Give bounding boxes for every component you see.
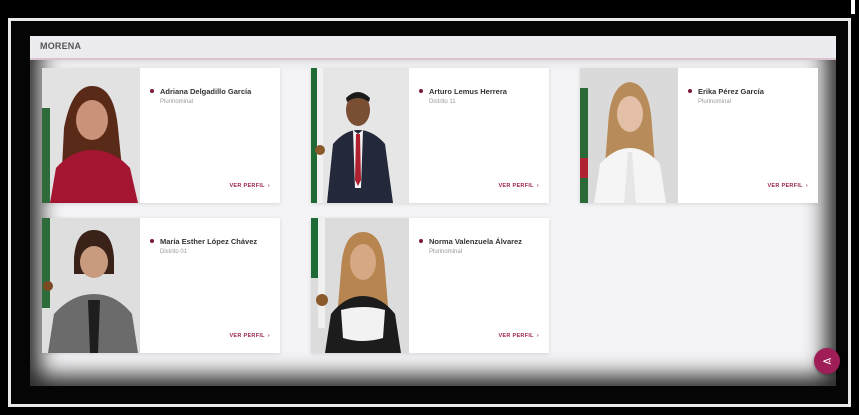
section-title: MORENA [40, 41, 82, 51]
section-header: MORENA [30, 36, 836, 60]
view-profile-label: VER PERFIL [767, 183, 803, 189]
view-profile-link[interactable]: VER PERFIL › [498, 183, 539, 189]
profile-photo [42, 68, 140, 203]
deputy-district: Plurinominal [698, 99, 732, 105]
view-profile-link[interactable]: VER PERFIL › [229, 333, 270, 339]
share-fab-button[interactable]: ⋖ [814, 348, 840, 374]
bullet-dot [150, 89, 154, 93]
bullet-dot [419, 239, 423, 243]
view-profile-label: VER PERFIL [498, 333, 534, 339]
deputy-district: Plurinominal [160, 99, 194, 105]
corner-mark [851, 0, 855, 14]
chevron-right-icon: › [267, 183, 270, 189]
page-content: MORENA Adriana Delgadillo García Plurino… [30, 36, 836, 386]
profile-card: Adriana Delgadillo García Plurinominal V… [42, 68, 280, 203]
view-profile-link[interactable]: VER PERFIL › [767, 183, 808, 189]
view-profile-label: VER PERFIL [229, 333, 265, 339]
profile-card: Erika Pérez García Plurinominal VER PERF… [580, 68, 818, 203]
chevron-right-icon: › [536, 183, 539, 189]
view-profile-label: VER PERFIL [498, 183, 534, 189]
profile-photo [42, 218, 140, 353]
profile-card: María Esther López Chávez Distrito 01 VE… [42, 218, 280, 353]
deputy-district: Distrito 01 [160, 249, 188, 255]
view-profile-label: VER PERFIL [229, 183, 265, 189]
deputy-name: Adriana Delgadillo García [160, 87, 252, 96]
bullet-dot [150, 239, 154, 243]
chevron-right-icon: › [805, 183, 808, 189]
deputy-name: Arturo Lemus Herrera [429, 87, 507, 96]
chevron-right-icon: › [536, 333, 539, 339]
deputy-district: Distrito 11 [429, 99, 456, 105]
profile-card: Arturo Lemus Herrera Distrito 11 VER PER… [311, 68, 549, 203]
deputy-name: Erika Pérez García [698, 87, 764, 96]
share-icon: ⋖ [821, 354, 833, 368]
view-profile-link[interactable]: VER PERFIL › [498, 333, 539, 339]
view-profile-link[interactable]: VER PERFIL › [229, 183, 270, 189]
bullet-dot [419, 89, 423, 93]
deputy-district: Plurinominal [429, 249, 463, 255]
profile-card: Norma Valenzuela Álvarez Plurinominal VE… [311, 218, 549, 353]
deputy-name: María Esther López Chávez [160, 237, 258, 246]
profile-photo [580, 68, 678, 203]
deputy-name: Norma Valenzuela Álvarez [429, 237, 522, 246]
bullet-dot [688, 89, 692, 93]
chevron-right-icon: › [267, 333, 270, 339]
profile-photo [311, 218, 409, 353]
profile-photo [311, 68, 409, 203]
